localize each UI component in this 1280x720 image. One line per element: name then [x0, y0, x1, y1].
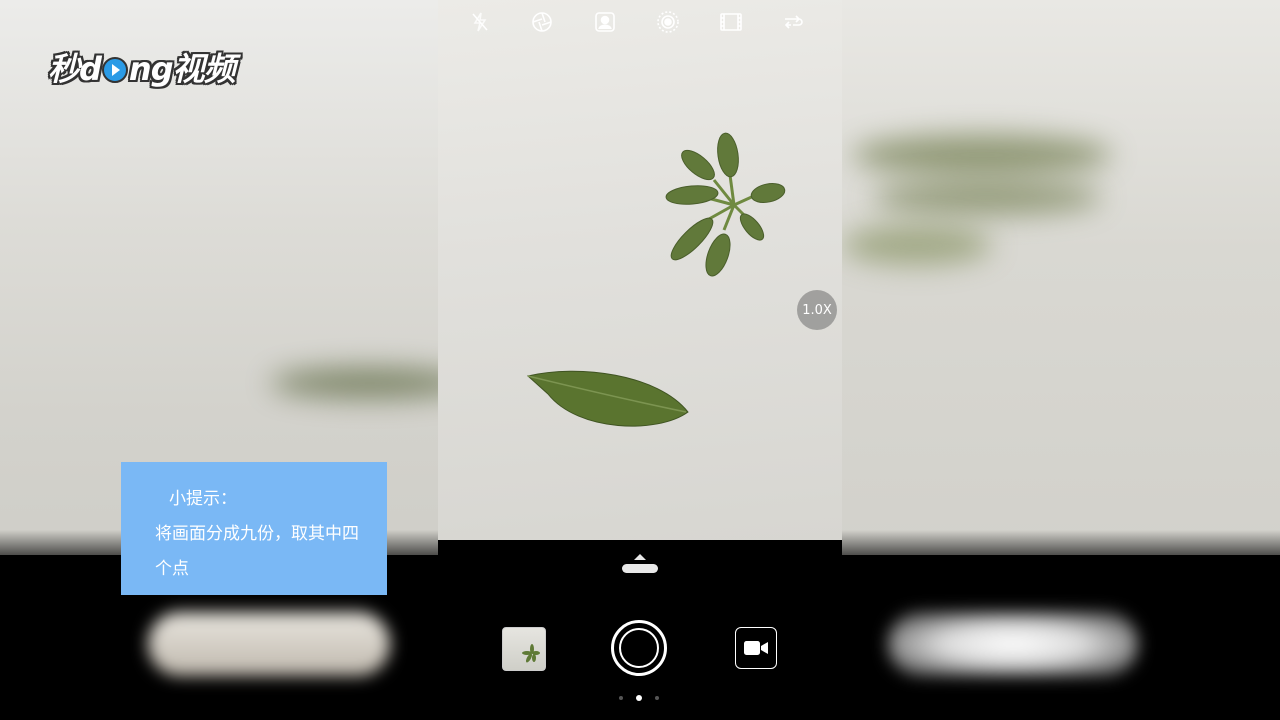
phone-screen: 1.0X — [438, 0, 842, 720]
page-dot-active — [636, 695, 642, 701]
camera-settings-bar — [438, 4, 842, 38]
blurred-shutter — [888, 612, 1138, 676]
gallery-thumbnail[interactable] — [502, 627, 546, 671]
tip-title: 小提示： — [169, 489, 237, 509]
filter-icon[interactable] — [719, 10, 743, 34]
mode-page-indicator — [617, 695, 663, 703]
page-dot — [655, 696, 659, 700]
camera-viewfinder[interactable]: 1.0X — [438, 0, 842, 540]
video-record-button[interactable] — [735, 627, 777, 669]
logo-text-suffix: ng视频 — [128, 50, 236, 88]
switch-camera-icon[interactable] — [781, 10, 805, 34]
video-camera-icon — [744, 641, 768, 655]
tip-body: 将画面分成九份，取其中四个点 — [155, 524, 359, 579]
fallen-leaf — [526, 370, 689, 427]
thumbnail-leaf-icon — [522, 644, 540, 663]
play-icon — [101, 57, 128, 83]
watermark-logo: 秒d ng视频 — [48, 44, 236, 90]
blurred-leaf — [270, 368, 438, 398]
blurred-background-right — [842, 0, 1280, 555]
blurred-thumbnail — [148, 612, 390, 676]
hdr-icon[interactable] — [656, 10, 680, 34]
logo-text-prefix: 秒d — [48, 50, 102, 88]
tip-box: 小提示： 将画面分成九份，取其中四个点 — [121, 462, 387, 595]
page-dot — [619, 696, 623, 700]
blurred-leaf — [842, 225, 992, 265]
leaf-subject — [526, 132, 786, 427]
shutter-button[interactable] — [611, 620, 667, 676]
portrait-icon[interactable] — [593, 10, 617, 34]
blurred-leaf — [852, 135, 1112, 175]
blurred-leaf — [872, 180, 1102, 215]
aperture-icon[interactable] — [530, 10, 554, 34]
flash-off-icon[interactable] — [468, 10, 492, 34]
zoom-level-indicator[interactable]: 1.0X — [797, 290, 837, 330]
expand-modes-handle[interactable] — [620, 552, 660, 574]
